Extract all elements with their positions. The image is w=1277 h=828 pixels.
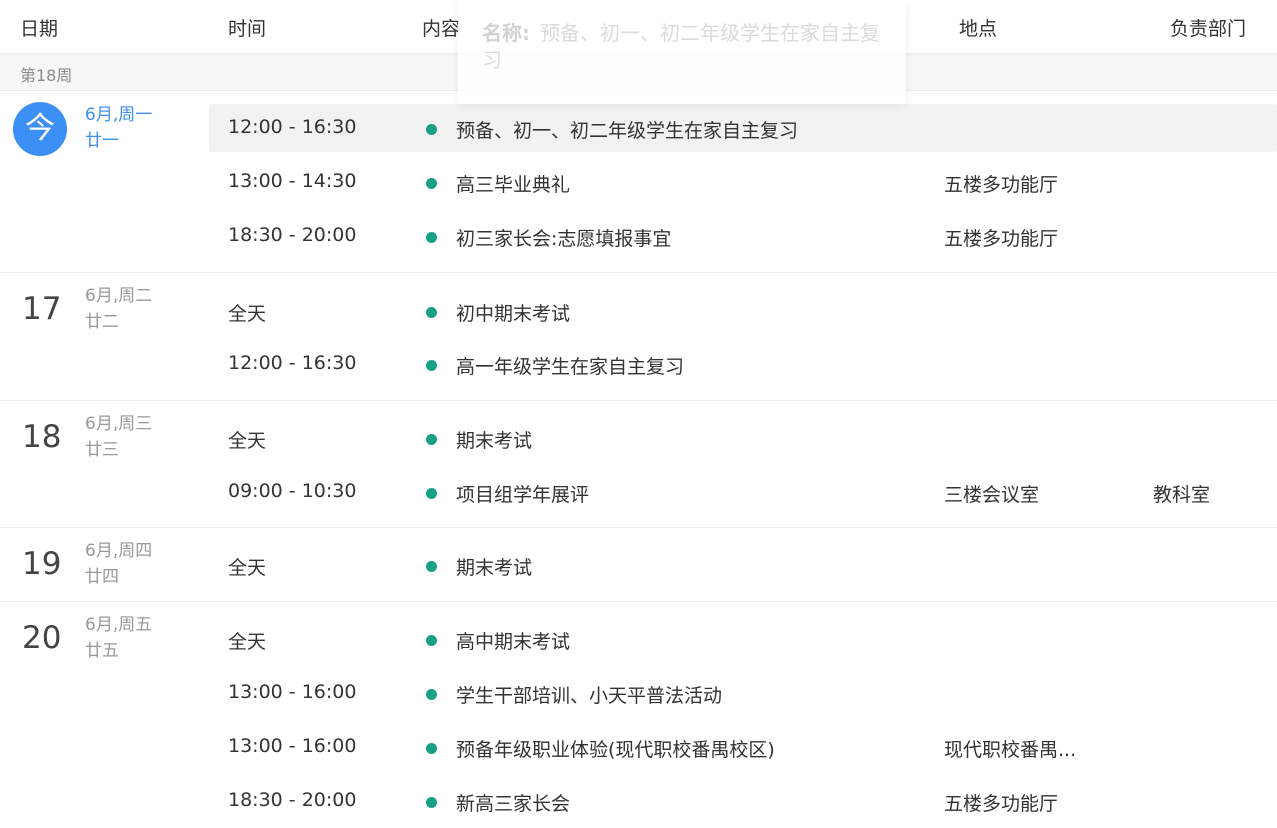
event-content: 新高三家长会 [456,793,571,815]
day-weekday: 6月,周一 [85,105,153,125]
event-content: 高一年级学生在家自主复习 [456,356,685,378]
event-content: 高中期末考试 [456,631,571,653]
tooltip-text: 预备、初一、初二年级学生在家自主复习 [482,21,880,72]
event-dot-icon [426,232,437,243]
event-row[interactable]: 12:00 - 16:30 高一年级学生在家自主复习 [0,340,1277,388]
event-row[interactable]: 09:00 - 10:30 项目组学年展评 三楼会议室 教科室 [0,468,1277,516]
event-dot-icon [426,124,437,135]
event-content: 预备年级职业体验(现代职校番禺校区) [456,739,775,761]
event-dot-icon [426,689,437,700]
event-row[interactable]: 全天 初中期末考试 [0,287,1277,335]
event-location: 五楼多功能厅 [944,793,1059,815]
event-dot-icon [426,307,437,318]
header-content: 内容 [422,18,461,40]
event-content: 初中期末考试 [456,303,571,325]
header-date: 日期 [20,18,59,40]
event-time: 12:00 - 16:30 [228,116,357,138]
day-lunar: 廿一 [85,131,119,151]
event-time: 13:00 - 16:00 [228,681,357,703]
event-content: 初三家长会:志愿填报事宜 [456,228,672,250]
event-row[interactable]: 13:00 - 16:00 学生干部培训、小天平普法活动 [0,669,1277,717]
header-location: 地点 [959,18,998,40]
event-dot-icon [426,743,437,754]
header-department: 负责部门 [1170,18,1247,40]
event-time: 18:30 - 20:00 [228,224,357,246]
event-time: 09:00 - 10:30 [228,480,357,502]
event-row[interactable]: 全天 期末考试 [0,541,1277,589]
day-row: 19 6月,周四 廿四 全天 期末考试 [0,528,1277,602]
event-content: 期末考试 [456,430,533,452]
event-location: 五楼多功能厅 [944,228,1059,250]
tooltip-label: 名称: [482,21,530,45]
event-row[interactable]: 全天 期末考试 [0,414,1277,462]
event-dot-icon [426,561,437,572]
day-row: 今 6月,周一 廿一 12:00 - 16:30 预备、初一、初二年级学生在家自… [0,92,1277,273]
day-meta: 6月,周一 廿一 [85,102,152,154]
event-time: 13:00 - 16:00 [228,735,357,757]
event-time: 18:30 - 20:00 [228,789,357,811]
event-time: 全天 [228,303,267,325]
week-label: 第18周 [20,66,73,85]
event-content: 预备、初一、初二年级学生在家自主复习 [456,120,799,142]
event-location: 现代职校番禺... [944,739,1077,761]
day-row: 17 6月,周二 廿二 全天 初中期末考试 12:00 - 16:30 高一年级… [0,273,1277,401]
event-content: 项目组学年展评 [456,484,590,506]
event-dot-icon [426,178,437,189]
event-time: 全天 [228,631,267,653]
day-row: 18 6月,周三 廿三 全天 期末考试 09:00 - 10:30 项目组学年展… [0,401,1277,528]
event-dot-icon [426,488,437,499]
event-location: 三楼会议室 [944,484,1040,506]
event-tooltip: 名称: 预备、初一、初二年级学生在家自主复习 [458,0,906,104]
event-time: 全天 [228,557,267,579]
today-badge[interactable]: 今 [13,102,67,156]
event-row[interactable]: 13:00 - 16:00 预备年级职业体验(现代职校番禺校区) 现代职校番禺.… [0,723,1277,771]
event-dot-icon [426,797,437,808]
event-time: 13:00 - 14:30 [228,170,357,192]
event-department: 教科室 [1153,484,1211,506]
event-row[interactable]: 18:30 - 20:00 新高三家长会 五楼多功能厅 [0,777,1277,825]
event-row[interactable]: 全天 高中期末考试 [0,615,1277,663]
event-dot-icon [426,360,437,371]
event-time: 12:00 - 16:30 [228,352,357,374]
header-time: 时间 [228,18,267,40]
event-content: 学生干部培训、小天平普法活动 [456,685,723,707]
event-content: 期末考试 [456,557,533,579]
event-row[interactable]: 12:00 - 16:30 预备、初一、初二年级学生在家自主复习 [209,104,1277,152]
event-content: 高三毕业典礼 [456,174,571,196]
event-dot-icon [426,635,437,646]
day-row: 20 6月,周五 廿五 全天 高中期末考试 13:00 - 16:00 学生干部… [0,602,1277,828]
event-location: 五楼多功能厅 [944,174,1059,196]
event-row[interactable]: 18:30 - 20:00 初三家长会:志愿填报事宜 五楼多功能厅 [0,212,1277,260]
event-time: 全天 [228,430,267,452]
event-dot-icon [426,434,437,445]
event-row[interactable]: 13:00 - 14:30 高三毕业典礼 五楼多功能厅 [0,158,1277,206]
